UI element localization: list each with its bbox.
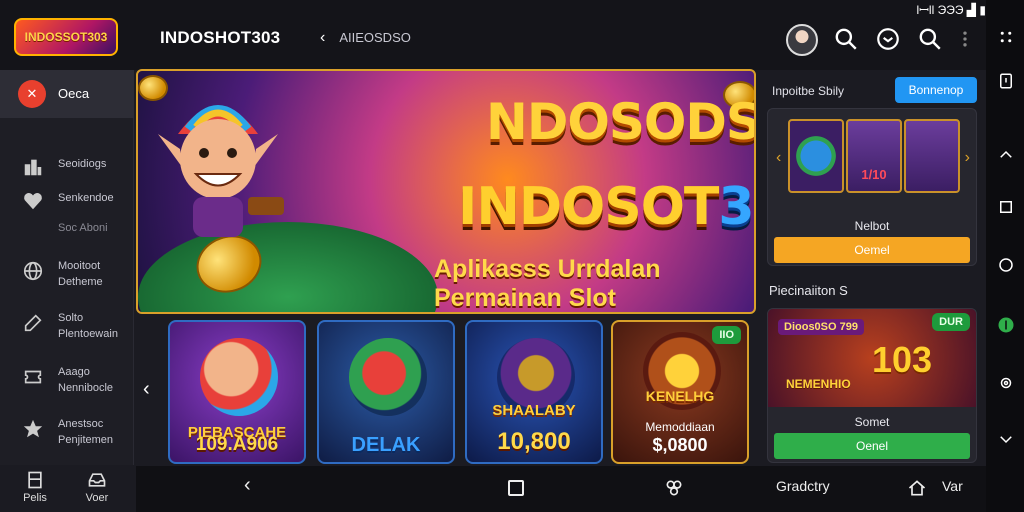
avatar[interactable]: [786, 24, 818, 56]
section-title: Piecinaiiton S: [769, 283, 848, 298]
app-window: INDOSSOT303 INDOSHOT303 ‹ AIIEOSDSO ✕ Oec…: [0, 0, 986, 512]
sidebar-item-active[interactable]: ✕ Oeca: [0, 70, 134, 118]
sidebar-item-label: Senkendoe: [58, 192, 114, 204]
app-logo[interactable]: INDOSSOT303: [14, 18, 118, 56]
game-tile-2[interactable]: DELAK: [317, 320, 455, 464]
chevron-left-icon[interactable]: ‹: [320, 29, 325, 47]
featured-slot-card[interactable]: ‹ › 1/10 Nelbot Oemel: [767, 108, 977, 266]
card-caption: Somet: [854, 415, 890, 429]
slot-reel: 1/10: [846, 119, 902, 193]
slot-reel: [904, 119, 960, 193]
sidebar-item-4[interactable]: Mooitoot Detheme: [0, 254, 134, 294]
promo-number: 103: [872, 339, 933, 380]
sidebar-item-label: Soc Aboni: [58, 222, 108, 234]
game-name: KENELHG: [645, 388, 715, 404]
gradient-button[interactable]: Gradctry: [776, 478, 830, 494]
system-nav-rail: [986, 0, 1024, 512]
card-button[interactable]: Oenel: [774, 433, 970, 459]
brand-title: INDOSHOT303: [160, 28, 281, 47]
grid-dots-icon[interactable]: [997, 28, 1015, 46]
sidebar-item-label: Aaago Nennibocle: [58, 366, 114, 394]
chevron-up-icon[interactable]: [997, 146, 1015, 164]
sidebar: ✕ Oeca Seoidiogs Senkendoe Soc Aboni Moo…: [0, 70, 134, 465]
game-name: SHAALABY: [492, 402, 576, 419]
share-icon[interactable]: [664, 478, 684, 498]
game-art: [200, 338, 278, 416]
globe-icon: [23, 261, 43, 281]
inbox-icon: [88, 473, 106, 487]
tab-home[interactable]: Pelis: [10, 470, 60, 504]
hero-title-line2-number: 303: [718, 177, 754, 237]
card-button[interactable]: Oemel: [774, 237, 970, 263]
chevron-down-icon[interactable]: [997, 430, 1015, 448]
promo-slot-text: NEMENHIO: [786, 377, 851, 391]
sidebar-item-7[interactable]: Anestsoc Penjitemen: [0, 412, 134, 452]
status-green-icon[interactable]: [997, 316, 1015, 334]
chevron-right-icon[interactable]: ›: [965, 149, 970, 167]
back-link-label: AIIEOSDSO: [339, 30, 411, 45]
search-icon-2[interactable]: [917, 26, 943, 52]
square-icon[interactable]: [997, 198, 1015, 216]
game-value: 10,800: [497, 428, 571, 455]
hero-title-line1: NDOSODS03: [486, 93, 754, 151]
game-art: [349, 338, 427, 416]
heart-icon: [24, 193, 42, 210]
game-name: DELAK: [351, 434, 421, 456]
game-badge: IIO: [712, 326, 741, 344]
pencil-icon: [24, 314, 42, 332]
bottom-navigation-bar: ‹ Gradctry Var: [136, 466, 986, 512]
sidebar-item-label: Seoidiogs: [58, 158, 107, 170]
sidebar-item-3[interactable]: Soc Aboni: [0, 218, 134, 258]
tab-inbox[interactable]: Voer: [72, 470, 122, 504]
slot-reel: [788, 119, 844, 193]
right-panel-header-button[interactable]: Bonnenop: [895, 77, 977, 103]
home-icon: [28, 471, 42, 489]
mascot-character: [158, 105, 284, 237]
circle-icon[interactable]: [997, 256, 1015, 274]
home-nav-icon[interactable]: [508, 480, 524, 496]
sidebar-item-label: Mooitoot Detheme: [58, 260, 103, 288]
hero-title-line2: INDOSOT303: [458, 177, 754, 237]
home-outline-icon[interactable]: [906, 478, 928, 498]
more-vertical-icon[interactable]: [955, 26, 975, 52]
back-nav-icon[interactable]: ‹: [244, 474, 251, 497]
chevron-left-icon[interactable]: ‹: [143, 378, 150, 401]
close-x-icon: ✕: [18, 80, 46, 108]
hero-title-line2-text: INDOSOT: [458, 177, 719, 237]
tab-label: Voer: [85, 492, 109, 504]
building-icon: [24, 159, 42, 176]
right-panel-header: Inpoitbe Sbily: [772, 84, 845, 98]
sidebar-item-label: Solto Plentoewain: [58, 312, 118, 340]
game-value: 109.A906: [195, 434, 279, 455]
hero-subtitle: Aplikasss Urrdalan Permainan Slot: [434, 255, 661, 312]
reel-text: 1/10: [861, 167, 887, 182]
game-tile-4[interactable]: IIO KENELHG Memoddiaan $,0800: [611, 320, 749, 464]
back-link[interactable]: ‹ AIIEOSDSO: [320, 29, 411, 47]
card-caption: Nelbot: [854, 219, 890, 233]
promo-slot-card[interactable]: Dioos0SO 799 DUR NEMENHIO 103 Somet Oene…: [767, 308, 977, 463]
game-caption: Memoddiaan: [645, 420, 715, 434]
sidebar-item-label: Oeca: [58, 86, 90, 101]
promo-banner: Dioos0SO 799: [778, 319, 864, 335]
var-button[interactable]: Var: [942, 478, 963, 494]
chat-icon[interactable]: [875, 26, 901, 52]
hero-banner[interactable]: NDOSODS03 INDOSOT303 Aplikasss Urrdalan …: [136, 69, 756, 314]
top-bar: INDOSSOT303 INDOSHOT303 ‹ AIIEOSDSO: [0, 0, 986, 70]
info-icon[interactable]: [997, 72, 1015, 90]
sidebar-item-label: Anestsoc Penjitemen: [58, 418, 114, 446]
sidebar-item-6[interactable]: Aaago Nennibocle: [0, 360, 134, 400]
tab-label: Pelis: [23, 492, 47, 504]
sidebar-item-5[interactable]: Solto Plentoewain: [0, 306, 134, 346]
search-icon[interactable]: [833, 26, 859, 52]
game-tile-3[interactable]: SHAALABY 10,800: [465, 320, 603, 464]
settings-icon[interactable]: [997, 374, 1015, 392]
game-value: $,0800: [652, 435, 708, 455]
promo-badge: DUR: [932, 313, 970, 331]
chevron-left-icon[interactable]: ‹: [776, 149, 781, 167]
game-tile-1[interactable]: PIEBASCAHE 109.A906: [168, 320, 306, 464]
coupon-icon: [24, 370, 42, 384]
logo-text: INDOSSOT303: [24, 30, 108, 44]
star-icon: [23, 419, 43, 438]
